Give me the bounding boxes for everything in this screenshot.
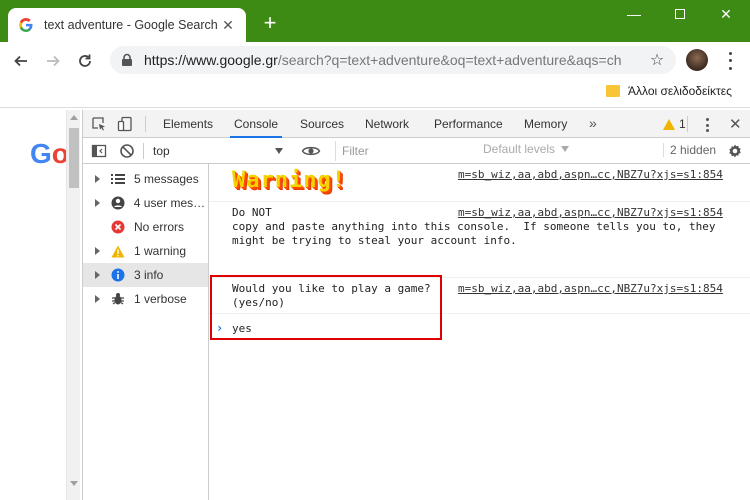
filter-input[interactable]: Filter — [335, 141, 473, 161]
expand-arrow-icon[interactable] — [95, 295, 100, 303]
window-close-icon[interactable]: ✕ — [712, 4, 740, 24]
tab-close-icon[interactable]: ✕ — [220, 17, 236, 33]
address-bar[interactable]: https://www.google.gr/search?q=text+adve… — [110, 46, 676, 74]
expand-arrow-icon[interactable] — [95, 247, 100, 255]
console-sidebar: 5 messages 4 user mess... No errors 1 wa… — [83, 164, 209, 500]
scroll-down-icon[interactable] — [70, 481, 78, 486]
device-toolbar-icon[interactable] — [117, 116, 133, 132]
sidebar-item-verbose[interactable]: 1 verbose — [83, 287, 208, 311]
sidebar-item-errors[interactable]: No errors — [83, 215, 208, 239]
lock-icon — [122, 53, 132, 66]
bookmarks-bar: Άλλοι σελιδοδείκτες — [0, 78, 750, 108]
tab-elements[interactable]: Elements — [159, 110, 217, 138]
toolbar-divider — [143, 143, 144, 159]
info-icon — [110, 267, 126, 283]
tab-network[interactable]: Network — [361, 110, 413, 138]
expand-arrow-icon[interactable] — [95, 199, 100, 207]
sidebar-item-label: 1 warning — [134, 244, 187, 258]
log-levels-label: Default levels — [483, 142, 556, 156]
gear-icon[interactable] — [727, 143, 743, 159]
more-tabs-icon[interactable]: » — [589, 115, 597, 131]
toolbar-divider — [687, 116, 688, 132]
styled-warning-text: Warning! — [232, 168, 346, 193]
url-path: /search?q=text+adventure&oq=text+adventu… — [277, 52, 622, 68]
context-value: top — [153, 144, 170, 158]
back-arrow-icon[interactable] — [10, 50, 32, 72]
sidebar-toggle-icon[interactable] — [91, 143, 107, 159]
log-levels-dropdown[interactable]: Default levels — [483, 142, 570, 156]
warning-counter[interactable]: 1 — [663, 117, 686, 131]
error-icon — [110, 219, 126, 235]
expand-arrow-icon[interactable] — [95, 271, 100, 279]
console-output[interactable]: Warning! m=sb_wiz,aa,abd,aspn…cc,NBZ7u?x… — [209, 164, 750, 500]
reload-icon[interactable] — [74, 50, 96, 72]
toolbar-divider — [145, 116, 146, 132]
warning-icon — [663, 118, 675, 130]
forward-arrow-icon[interactable] — [42, 50, 64, 72]
web-page-area: Go — [0, 110, 82, 500]
other-bookmarks-label: Άλλοι σελιδοδείκτες — [628, 84, 732, 98]
sidebar-item-info[interactable]: 3 info — [83, 263, 208, 287]
hidden-count: 2 hidden — [663, 143, 716, 157]
console-filter-bar: top Filter Default levels 2 hidden — [83, 138, 750, 164]
sidebar-item-label: No errors — [134, 220, 185, 234]
chevron-down-icon — [275, 148, 283, 154]
bug-icon — [110, 291, 126, 307]
url-text: https://www.google.gr/search?q=text+adve… — [144, 52, 648, 68]
sidebar-item-label: 1 verbose — [134, 292, 187, 306]
profile-avatar[interactable] — [686, 49, 708, 71]
devtools-menu-icon[interactable] — [705, 118, 709, 132]
sidebar-item-warnings[interactable]: 1 warning — [83, 239, 208, 263]
chevron-down-icon — [561, 146, 570, 152]
browser-toolbar: https://www.google.gr/search?q=text+adve… — [0, 42, 750, 78]
tab-performance[interactable]: Performance — [430, 110, 507, 138]
user-icon — [110, 195, 126, 211]
tab-title: text adventure - Google Search — [44, 18, 218, 32]
sidebar-item-messages[interactable]: 5 messages — [83, 167, 208, 191]
clear-console-icon[interactable] — [119, 143, 135, 159]
google-favicon-icon — [19, 18, 33, 32]
devtools-tab-bar: Elements Console Sources Network Perform… — [83, 110, 750, 138]
minimize-icon[interactable]: — — [620, 4, 648, 24]
sidebar-item-label: 5 messages — [134, 172, 199, 186]
expand-arrow-icon[interactable] — [95, 175, 100, 183]
tab-console[interactable]: Console — [230, 110, 283, 138]
warning-count: 1 — [679, 117, 686, 131]
maximize-icon[interactable] — [666, 4, 694, 24]
devtools-panel: Elements Console Sources Network Perform… — [82, 110, 750, 500]
console-message: Do NOT copy and paste anything into this… — [209, 202, 750, 278]
browser-menu-icon[interactable] — [722, 50, 738, 72]
tab-memory[interactable]: Memory — [520, 110, 571, 138]
sidebar-item-label: 4 user mess... — [133, 196, 208, 210]
console-message: Warning! m=sb_wiz,aa,abd,aspn…cc,NBZ7u?x… — [209, 164, 750, 202]
browser-tab[interactable]: text adventure - Google Search ✕ — [8, 8, 246, 42]
sidebar-item-label: 3 info — [134, 268, 164, 282]
url-domain: https://www.google.gr — [144, 52, 278, 68]
context-select[interactable]: top — [147, 142, 289, 160]
bookmark-star-icon[interactable]: ☆ — [648, 50, 666, 70]
message-source-link[interactable]: m=sb_wiz,aa,abd,aspn…cc,NBZ7u?xjs=s1:854 — [458, 168, 723, 181]
warning-icon — [110, 243, 126, 259]
tab-sources[interactable]: Sources — [296, 110, 348, 138]
inspect-element-icon[interactable] — [91, 116, 107, 132]
google-logo-icon[interactable]: Go — [30, 138, 69, 170]
message-source-link[interactable]: m=sb_wiz,aa,abd,aspn…cc,NBZ7u?xjs=s1:854 — [458, 282, 723, 295]
other-bookmarks-folder[interactable]: Άλλοι σελιδοδείκτες — [606, 84, 732, 98]
page-scrollbar[interactable] — [66, 110, 80, 500]
message-source-link[interactable]: m=sb_wiz,aa,abd,aspn…cc,NBZ7u?xjs=s1:854 — [458, 206, 723, 219]
list-icon — [110, 171, 126, 187]
eye-icon[interactable] — [301, 143, 321, 159]
sidebar-item-user-messages[interactable]: 4 user mess... — [83, 191, 208, 215]
devtools-close-icon[interactable]: ✕ — [729, 115, 742, 133]
scroll-up-icon[interactable] — [70, 115, 78, 120]
scroll-thumb[interactable] — [69, 128, 79, 188]
title-bar: text adventure - Google Search ✕ + — ✕ — [0, 0, 750, 42]
new-tab-button[interactable]: + — [258, 12, 282, 36]
folder-icon — [606, 85, 620, 97]
red-highlight-box — [210, 275, 442, 340]
